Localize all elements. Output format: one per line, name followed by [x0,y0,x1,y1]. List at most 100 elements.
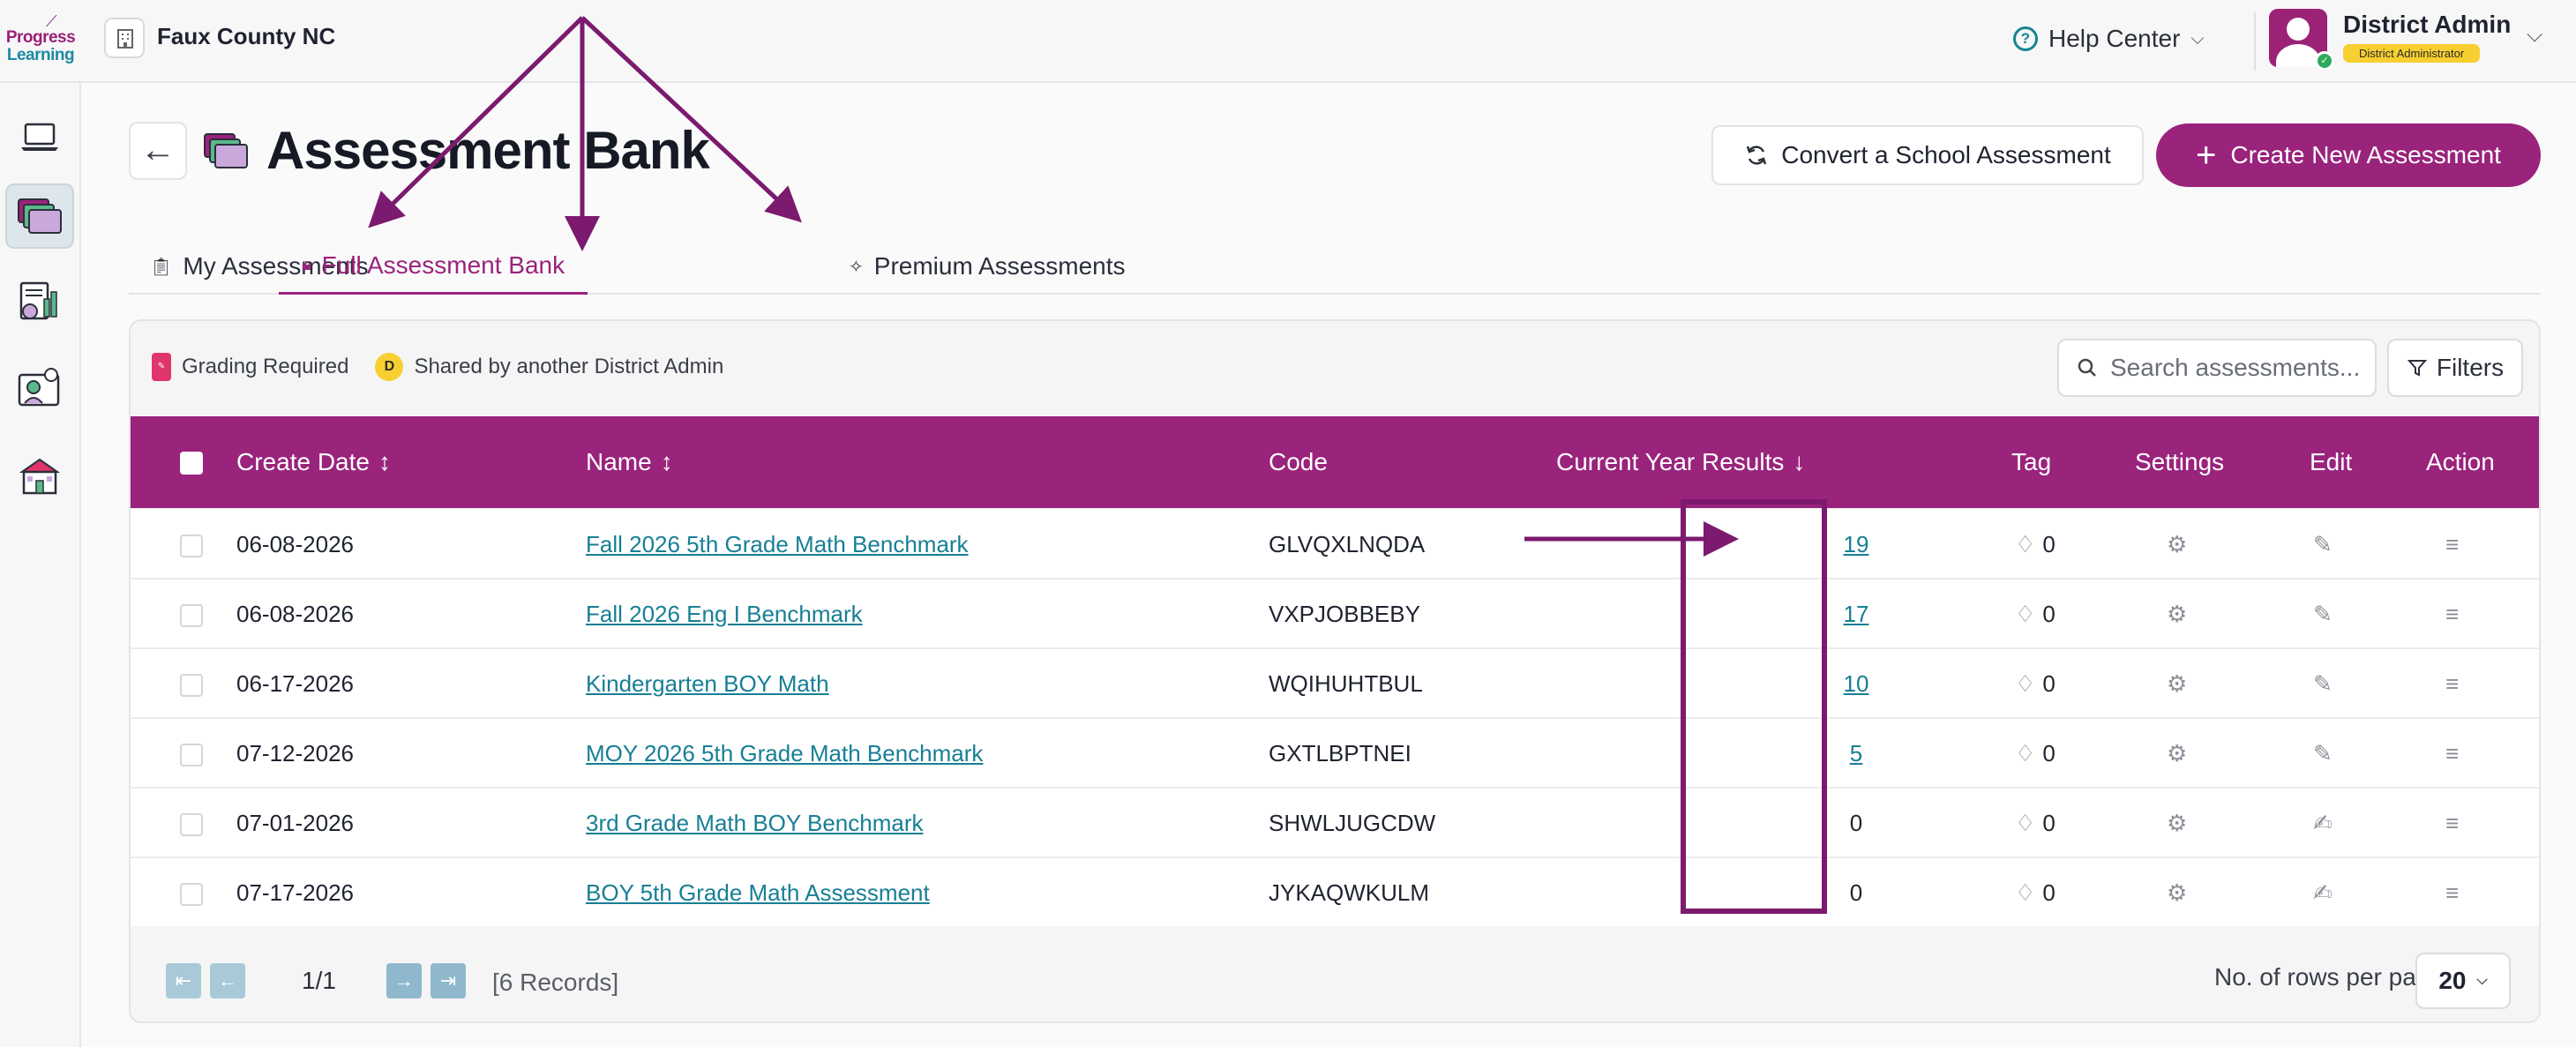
column-action: Action [2426,416,2495,508]
results-link[interactable]: 19 [1821,510,1891,580]
settings-gear-icon[interactable]: ⚙ [2167,510,2187,580]
settings-gear-icon[interactable]: ⚙ [2167,858,2187,928]
edit-pencil-icon[interactable]: ✎ [2313,580,2333,649]
tag-cell[interactable]: ♢ 0 [2015,649,2056,719]
filters-label: Filters [2436,354,2505,381]
assessment-name-link[interactable]: BOY 5th Grade Math Assessment [586,858,930,928]
settings-gear-icon[interactable]: ⚙ [2167,789,2187,858]
tag-count: 0 [2042,531,2056,557]
search-box[interactable] [2057,339,2377,397]
assessment-name-link[interactable]: Fall 2026 5th Grade Math Benchmark [586,510,969,580]
row-checkbox[interactable] [180,535,203,557]
assessment-name-link[interactable]: Fall 2026 Eng I Benchmark [586,580,863,649]
settings-gear-icon[interactable]: ⚙ [2167,580,2187,649]
tag-cell[interactable]: ♢ 0 [2015,858,2056,928]
user-name: District Admin [2343,11,2512,38]
tag-cell[interactable]: ♢ 0 [2015,719,2056,789]
edit-pencil-icon[interactable]: ✎ [2313,649,2333,719]
tag-count: 0 [2042,879,2056,906]
assessment-name-link[interactable]: MOY 2026 5th Grade Math Benchmark [586,719,983,789]
action-menu-icon[interactable]: ≡ [2445,510,2459,580]
row-checkbox[interactable] [180,674,203,697]
create-label: Create New Assessment [2230,141,2501,168]
tag-icon: ♢ [2015,740,2036,767]
filters-button[interactable]: Filters [2387,339,2523,397]
help-center-menu[interactable]: ? Help Center ⌵ [2013,21,2205,56]
column-create-date[interactable]: Create Date ↕ [236,416,391,508]
column-label: Edit [2310,448,2353,475]
edit-pencil-icon[interactable]: ✍ [2313,858,2333,928]
shared-label: Shared by another District Admin [414,355,724,378]
column-label: Code [1269,448,1328,475]
school-icon [19,458,61,495]
edit-pencil-icon[interactable]: ✎ [2313,510,2333,580]
create-new-assessment-button[interactable]: + Create New Assessment [2156,123,2541,187]
convert-school-assessment-button[interactable]: Convert a School Assessment [1711,125,2144,185]
back-button[interactable]: ← [129,122,187,180]
code-cell: WQIHUHTBUL [1269,670,1423,697]
sidebar-item-reports[interactable] [5,270,74,335]
search-input[interactable] [2110,354,2366,382]
rows-per-page-value: 20 [2438,967,2467,994]
help-center-label: Help Center [2048,25,2181,52]
assessment-name-link[interactable]: 3rd Grade Math BOY Benchmark [586,789,923,858]
sidebar-item-teacher-tools[interactable] [5,356,74,422]
tab-label: Premium Assessments [873,252,1126,280]
column-settings: Settings [2135,416,2224,508]
first-page-button[interactable]: ⇤ [166,963,201,998]
district-name: Faux County NC [157,23,336,49]
results-link[interactable]: 17 [1821,580,1891,649]
tab-full-assessment-bank[interactable]: 🔒︎ Full Assessment Bank [279,238,588,295]
tag-cell[interactable]: ♢ 0 [2015,789,2056,858]
settings-gear-icon[interactable]: ⚙ [2167,719,2187,789]
sidebar [0,83,81,1047]
edit-pencil-icon[interactable]: ✎ [2313,719,2333,789]
tag-cell[interactable]: ♢ 0 [2015,510,2056,580]
assessment-name-link[interactable]: Kindergarten BOY Math [586,649,829,719]
previous-page-button[interactable]: ← [210,963,245,998]
next-page-button[interactable]: → [386,963,422,998]
plus-icon: + [2196,136,2217,175]
column-name[interactable]: Name ↕ [586,416,673,508]
row-checkbox[interactable] [180,604,203,627]
create-date-cell: 07-12-2026 [236,740,354,767]
action-menu-icon[interactable]: ≡ [2445,649,2459,719]
user-menu-chevron-icon[interactable]: ⌵ [2527,23,2542,48]
tag-icon: ♢ [2015,531,2036,557]
table-header: Create Date ↕ Name ↕ Code Current Year R… [131,416,2539,508]
tag-cell[interactable]: ♢ 0 [2015,580,2056,649]
row-checkbox[interactable] [180,744,203,767]
sidebar-item-laptop[interactable] [5,104,74,169]
tab-premium-assessments[interactable]: ✧ Premium Assessments [849,238,1126,295]
results-link[interactable]: 10 [1821,649,1891,719]
results-link[interactable]: 5 [1821,719,1891,789]
action-menu-icon[interactable]: ≡ [2445,789,2459,858]
column-code: Code [1269,416,1328,508]
rows-per-page-select[interactable]: 20 ⌵ [2415,953,2511,1009]
row-checkbox[interactable] [180,883,203,906]
action-menu-icon[interactable]: ≡ [2445,858,2459,928]
action-menu-icon[interactable]: ≡ [2445,719,2459,789]
column-current-year-results[interactable]: Current Year Results ↓ [1556,416,1805,508]
help-icon: ? [2013,26,2038,51]
settings-gear-icon[interactable]: ⚙ [2167,649,2187,719]
tag-icon: ♢ [2015,601,2036,627]
grading-required-label: Grading Required [182,355,349,378]
tag-icon: ♢ [2015,670,2036,697]
sort-icon: ↕ [660,448,673,475]
progress-learning-logo[interactable]: ⟋ Progress Learning [5,12,76,65]
sidebar-item-schools[interactable] [5,443,74,508]
select-all-checkbox[interactable] [180,452,203,475]
last-page-button[interactable]: ⇥ [431,963,466,998]
action-menu-icon[interactable]: ≡ [2445,580,2459,649]
code-cell: VXPJOBBEBY [1269,601,1420,627]
table-row: 06-08-2026 Fall 2026 Eng I Benchmark VXPJO… [131,580,2539,649]
folders-title-icon [201,131,252,177]
rows-per-page-label: No. of rows per page [2214,963,2444,991]
row-checkbox[interactable] [180,813,203,836]
sidebar-item-assessment-bank[interactable] [5,183,74,249]
logo-line-2: Learning [6,46,75,64]
edit-pencil-icon[interactable]: ✍ [2313,789,2333,858]
legend: ✎ Grading Required D Shared by another D… [152,353,723,381]
tag-count: 0 [2042,601,2056,627]
